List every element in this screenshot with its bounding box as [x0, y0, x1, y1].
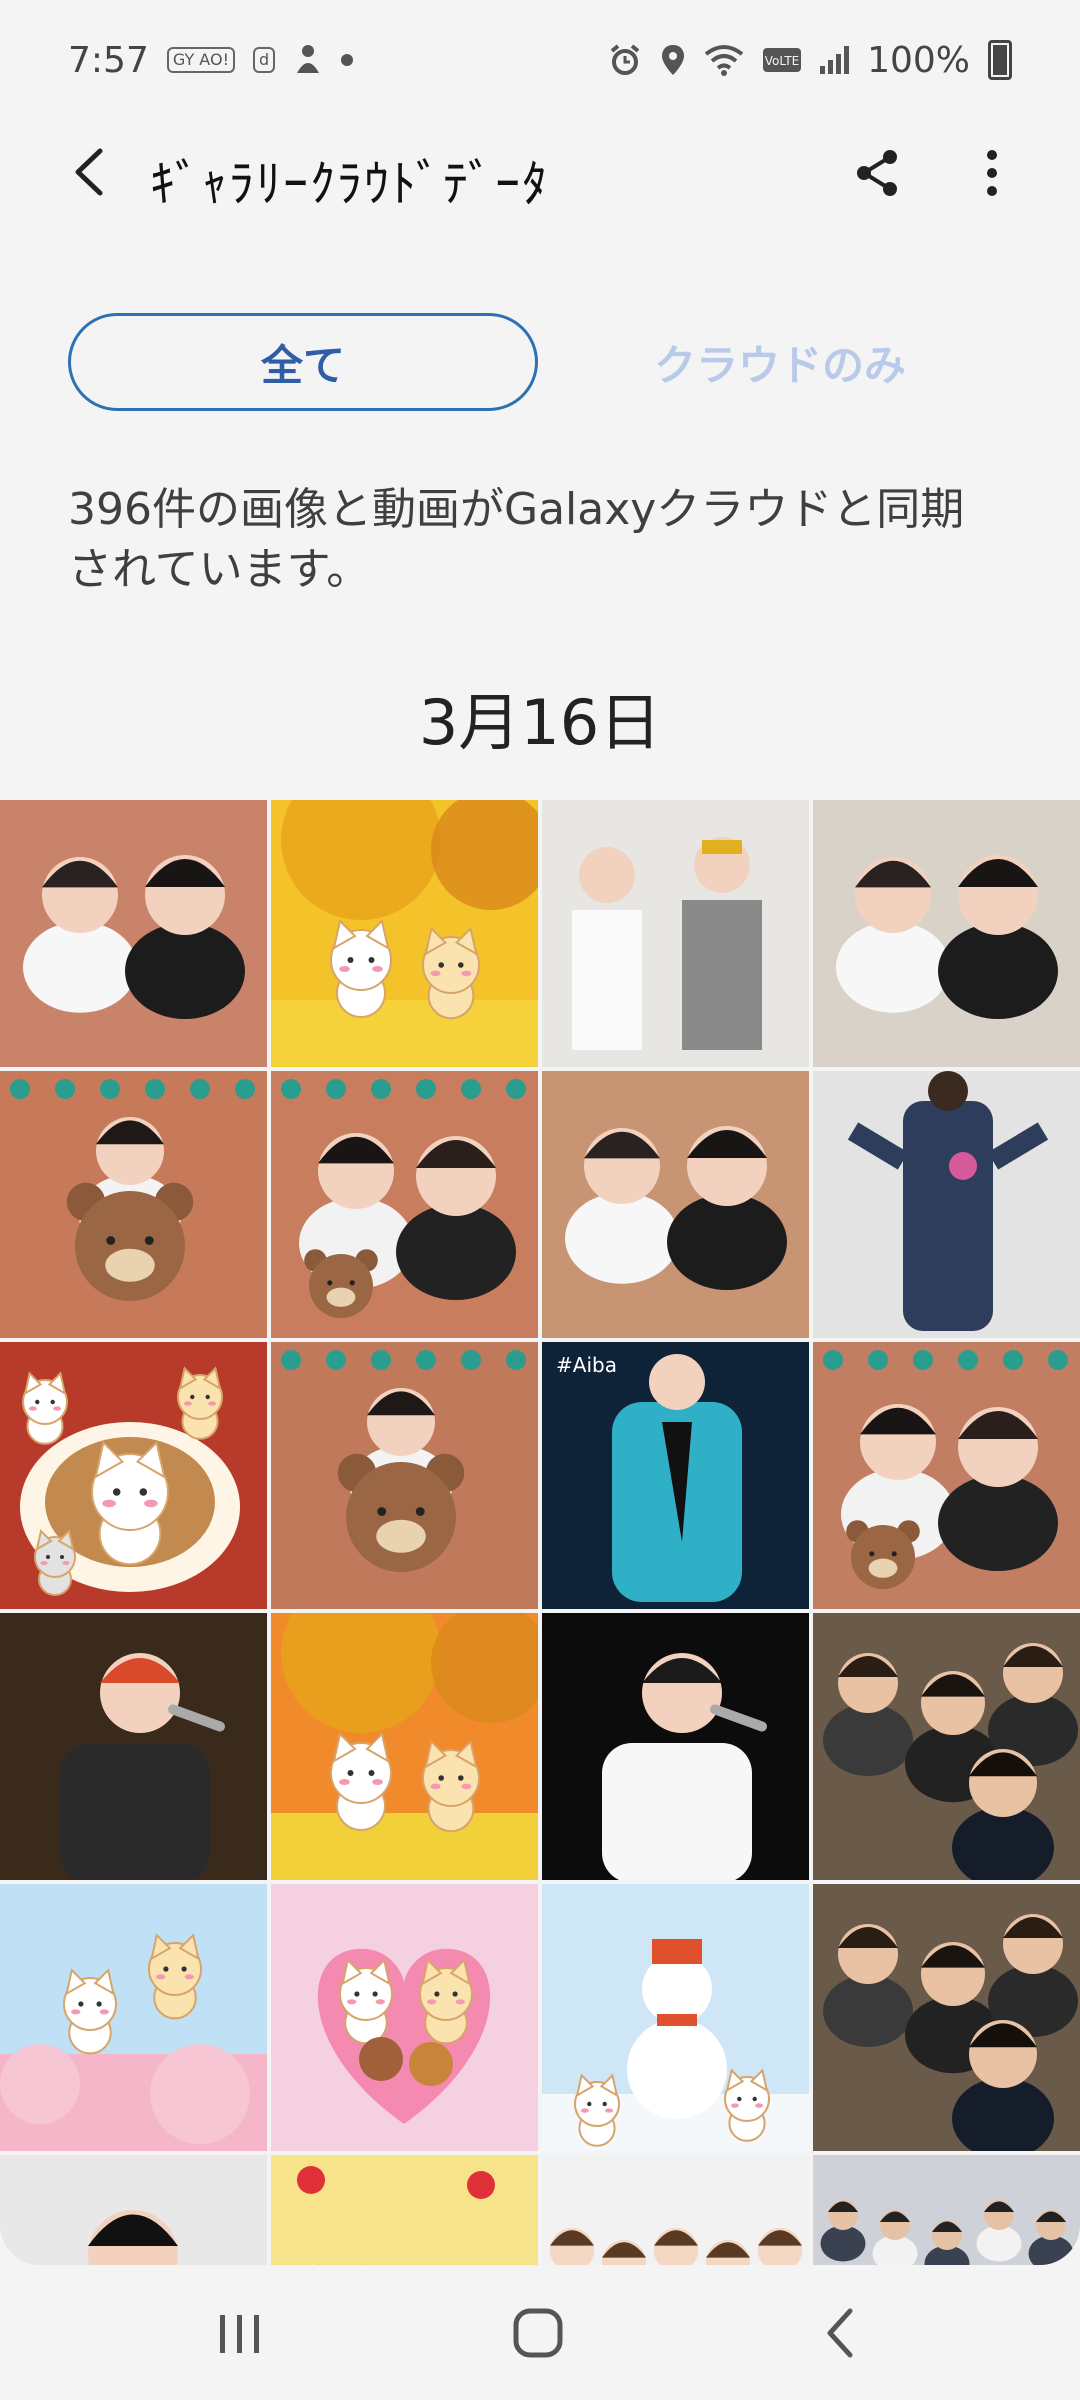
photo-thumbnail[interactable] — [271, 1613, 538, 1880]
photo-thumbnail[interactable] — [542, 1071, 809, 1338]
volte-icon: VoLTE — [763, 48, 802, 72]
status-bar: 7:57 GY AO! d VoLTE 100% — [0, 0, 1080, 120]
photo-thumbnail[interactable] — [271, 1342, 538, 1609]
more-options-button[interactable] — [964, 145, 1020, 201]
system-nav-bar — [0, 2265, 1080, 2400]
photo-thumbnail[interactable] — [271, 800, 538, 1067]
photo-thumbnail[interactable] — [271, 1071, 538, 1338]
alarm-icon — [610, 44, 640, 75]
chevron-left-icon — [75, 148, 103, 196]
share-button[interactable] — [850, 145, 906, 201]
share-icon — [857, 150, 897, 196]
photo-thumbnail[interactable] — [0, 1613, 267, 1880]
photo-thumbnail[interactable] — [813, 1342, 1080, 1609]
battery-icon — [988, 40, 1012, 80]
photo-thumbnail[interactable]: #Aiba — [542, 1342, 809, 1609]
screen: 7:57 GY AO! d VoLTE 100% ｷﾞｬﾗﾘｰｸﾗｳﾄﾞﾃﾞｰﾀ… — [0, 0, 1080, 2400]
gyao-notification-icon: GY AO! — [166, 47, 235, 73]
photo-thumbnail[interactable] — [542, 800, 809, 1067]
photo-thumbnail[interactable] — [542, 1884, 809, 2151]
battery-percent: 100% — [867, 39, 970, 81]
status-bar-left: 7:57 GY AO! d — [68, 39, 354, 81]
tab-cloud-only[interactable]: クラウドのみ — [600, 313, 960, 411]
back-button[interactable] — [60, 142, 120, 202]
photo-thumbnail[interactable] — [813, 1613, 1080, 1880]
photo-thumbnail[interactable] — [0, 1071, 267, 1338]
location-icon — [662, 45, 685, 75]
recent-apps-button[interactable] — [210, 2311, 270, 2357]
photo-thumbnail[interactable] — [813, 1884, 1080, 2151]
d-notification-icon: d — [252, 47, 276, 73]
app-header: ｷﾞｬﾗﾘｰｸﾗｳﾄﾞﾃﾞｰﾀ — [0, 120, 1080, 225]
photo-thumbnail[interactable] — [813, 1071, 1080, 1338]
recent-apps-icon — [220, 2315, 259, 2353]
home-button[interactable] — [510, 2305, 566, 2361]
home-icon — [513, 2308, 563, 2358]
sync-description: 396件の画像と動画がGalaxyクラウドと同期されています。 — [68, 484, 965, 595]
photo-thumbnail[interactable] — [542, 1613, 809, 1880]
svg-text:#Aiba: #Aiba — [556, 1353, 617, 1377]
photo-grid: #Aiba — [0, 800, 1080, 2265]
svg-text:VoLTE: VoLTE — [765, 54, 800, 68]
wifi-icon — [704, 45, 744, 76]
photo-thumbnail[interactable] — [813, 800, 1080, 1067]
photo-thumbnail[interactable] — [0, 1342, 267, 1609]
photo-thumbnail[interactable] — [813, 2155, 1080, 2265]
date-header: 3月16日 — [418, 686, 662, 759]
photo-thumbnail[interactable] — [0, 2155, 267, 2265]
photo-thumbnail[interactable] — [271, 2155, 538, 2265]
tab-all[interactable]: 全て — [68, 313, 538, 411]
system-back-icon — [827, 2308, 853, 2358]
photo-thumbnail[interactable] — [0, 1884, 267, 2151]
more-vertical-icon — [987, 150, 997, 196]
signal-strength-icon — [820, 46, 850, 74]
system-back-button[interactable] — [814, 2305, 870, 2361]
app-notification-icon — [297, 45, 320, 73]
status-time: 7:57 — [68, 39, 149, 81]
more-notifications-dot-icon — [341, 54, 354, 66]
photo-thumbnail[interactable] — [271, 1884, 538, 2151]
status-bar-right: VoLTE 100% — [608, 40, 1012, 81]
page-title: ｷﾞｬﾗﾘｰｸﾗｳﾄﾞﾃﾞｰﾀ — [150, 155, 549, 213]
photo-thumbnail[interactable] — [542, 2155, 809, 2265]
photo-thumbnail[interactable] — [0, 800, 267, 1067]
